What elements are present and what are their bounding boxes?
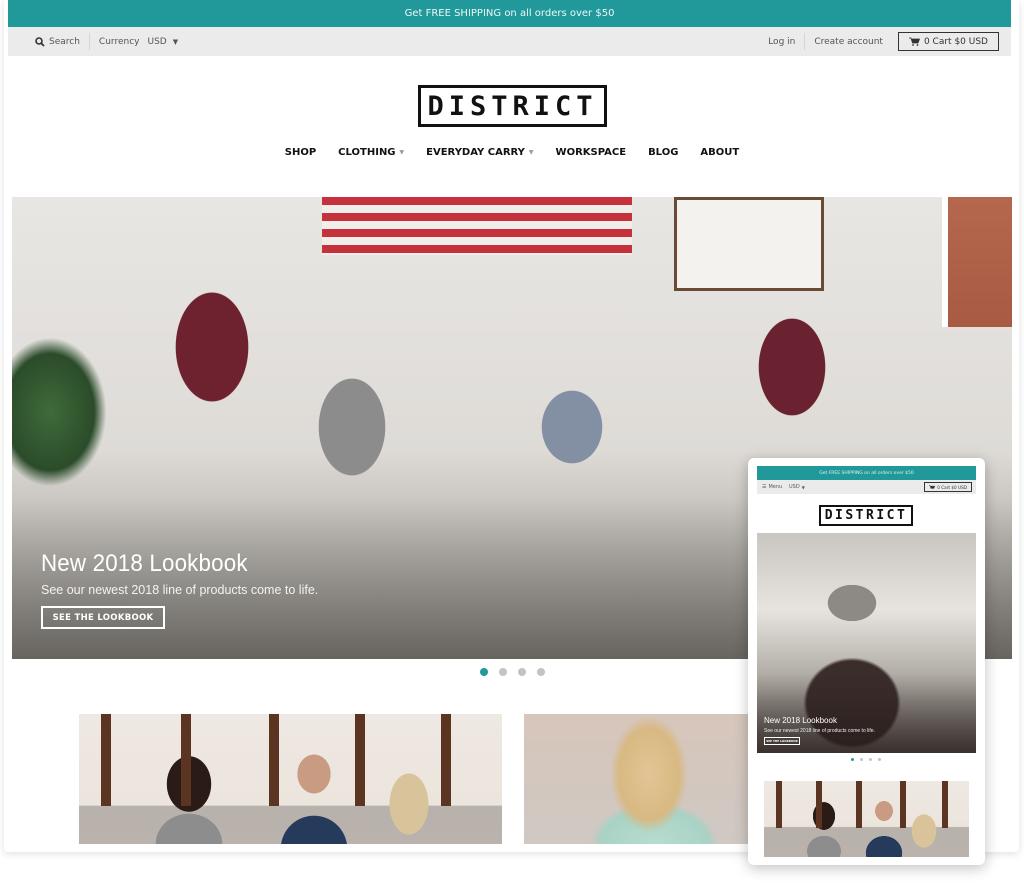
page: Get FREE SHIPPING on all orders over $50…	[0, 0, 1024, 894]
see-lookbook-button[interactable]: SEE THE LOOKBOOK	[41, 606, 165, 629]
nav-item-everyday-carry[interactable]: EVERYDAY CARRY ▼	[426, 147, 533, 158]
image-detail	[856, 781, 862, 828]
create-account-label: Create account	[814, 36, 883, 47]
mobile-menu-button[interactable]: ☰ Menu	[762, 480, 782, 494]
nav-label: EVERYDAY CARRY	[426, 147, 525, 158]
search-link[interactable]: Search	[26, 33, 89, 50]
hero-image-poster	[674, 197, 824, 291]
mobile-site-logo[interactable]: DISTRICT	[819, 505, 913, 526]
mobile-hero-subtitle: See our newest 2018 line of products com…	[764, 728, 875, 734]
nav-item-clothing[interactable]: CLOTHING ▼	[338, 147, 404, 158]
image-detail	[355, 714, 365, 806]
slide-dot-3[interactable]	[518, 668, 526, 676]
mobile-announcement-text: Get FREE SHIPPING on all orders over $50	[819, 470, 914, 476]
hero-image-flag	[322, 197, 632, 255]
main-nav: SHOP CLOTHING ▼ EVERYDAY CARRY ▼ WORKSPACE…	[0, 147, 1024, 158]
cart-label: 0 Cart $0 USD	[923, 36, 988, 47]
nav-label: SHOP	[284, 147, 317, 158]
mobile-promo-image[interactable]	[764, 781, 969, 857]
mobile-menu-label: Menu	[768, 484, 783, 490]
nav-label: BLOG	[648, 147, 679, 158]
chevron-down-icon: ▼	[172, 37, 179, 46]
currency-value: USD	[147, 36, 167, 47]
hero-image-plant	[12, 337, 107, 487]
mobile-preview: Get FREE SHIPPING on all orders over $50…	[748, 458, 985, 865]
search-label: Search	[49, 36, 80, 47]
mobile-currency-value: USD	[789, 484, 800, 490]
slide-dot-4[interactable]	[537, 668, 545, 676]
mobile-see-lookbook-button[interactable]: SEE THE LOOKBOOK	[764, 737, 800, 745]
announcement-bar: Get FREE SHIPPING on all orders over $50	[8, 0, 1011, 27]
currency-selector[interactable]: Currency USD ▼	[90, 33, 187, 50]
image-detail	[441, 714, 451, 806]
mobile-slide-dot-2[interactable]	[860, 758, 863, 761]
search-icon	[35, 36, 45, 47]
login-link[interactable]: Log in	[759, 33, 804, 50]
image-detail	[816, 781, 822, 828]
nav-item-blog[interactable]: BLOG	[648, 147, 678, 158]
menu-icon: ☰	[762, 484, 767, 490]
mobile-currency-selector[interactable]: USD ▼	[789, 480, 805, 494]
mobile-announcement-bar: Get FREE SHIPPING on all orders over $50	[757, 466, 976, 480]
slide-dot-2[interactable]	[499, 668, 507, 676]
site-logo[interactable]: DISTRICT	[418, 85, 607, 127]
mobile-hero-slideshow[interactable]: New 2018 Lookbook See our newest 2018 li…	[757, 533, 976, 753]
slide-dot-1[interactable]	[480, 668, 488, 676]
nav-label: CLOTHING	[338, 147, 396, 158]
cart-icon	[908, 37, 920, 46]
nav-item-shop[interactable]: SHOP	[285, 147, 316, 158]
chevron-down-icon: ▼	[399, 149, 405, 156]
chevron-down-icon: ▼	[528, 149, 534, 156]
utility-bar: Search Currency USD ▼ Log in Create acco…	[8, 27, 1011, 56]
mobile-slide-dot-3[interactable]	[869, 758, 872, 761]
currency-label: Currency	[98, 36, 140, 47]
nav-item-about[interactable]: ABOUT	[700, 147, 739, 158]
mobile-slide-dot-1[interactable]	[851, 758, 854, 761]
image-detail	[101, 714, 111, 806]
mobile-cart-button[interactable]: 0 Cart $0 USD	[924, 482, 972, 492]
mobile-cart-label: 0 Cart $0 USD	[937, 484, 967, 490]
image-detail	[942, 781, 948, 828]
logo-text: DISTRICT	[427, 90, 598, 122]
announcement-text: Get FREE SHIPPING on all orders over $50	[404, 8, 615, 19]
hero-image-window	[942, 197, 1012, 327]
cart-button[interactable]: 0 Cart $0 USD	[897, 32, 999, 51]
promo-image-woman[interactable]	[524, 714, 764, 844]
mobile-utility-bar: ☰ Menu USD ▼ 0 Cart $0 USD	[757, 480, 976, 494]
hero-title: New 2018 Lookbook	[41, 550, 248, 577]
image-detail	[776, 781, 782, 828]
mobile-hero-title: New 2018 Lookbook	[764, 716, 837, 725]
hero-subtitle: See our newest 2018 line of products com…	[41, 583, 319, 597]
slideshow-dots	[480, 668, 545, 676]
cart-icon	[929, 484, 936, 489]
mobile-slideshow-dots	[851, 758, 881, 761]
create-account-link[interactable]: Create account	[805, 33, 892, 50]
image-detail	[900, 781, 906, 828]
mobile-slide-dot-4[interactable]	[878, 758, 881, 761]
image-detail	[269, 714, 279, 806]
image-detail	[181, 714, 191, 806]
nav-item-workspace[interactable]: WORKSPACE	[556, 147, 627, 158]
nav-label: WORKSPACE	[555, 147, 627, 158]
promo-image-group[interactable]	[79, 714, 502, 844]
nav-label: ABOUT	[700, 147, 740, 158]
mobile-logo-text: DISTRICT	[824, 508, 908, 523]
login-label: Log in	[768, 36, 796, 47]
chevron-down-icon: ▼	[801, 484, 805, 490]
